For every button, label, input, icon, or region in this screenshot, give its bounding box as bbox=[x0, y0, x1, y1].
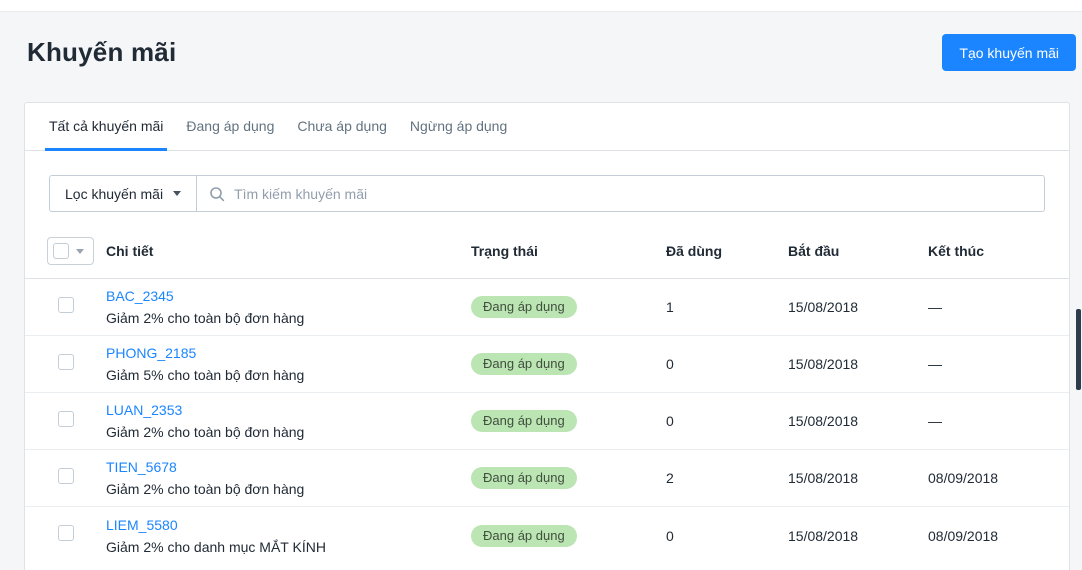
tab-active[interactable]: Đang áp dụng bbox=[182, 103, 278, 151]
filter-promotions-button[interactable]: Lọc khuyến mãi bbox=[49, 175, 197, 212]
promotion-description: Giảm 5% cho toàn bộ đơn hàng bbox=[106, 367, 471, 383]
status-badge: Đang áp dụng bbox=[471, 467, 577, 489]
row-checkbox[interactable] bbox=[58, 354, 74, 370]
tab-all-promotions[interactable]: Tất cả khuyến mãi bbox=[45, 103, 167, 151]
promotion-tabs: Tất cả khuyến mãi Đang áp dụng Chưa áp d… bbox=[25, 103, 1069, 151]
table-row[interactable]: PHONG_2185 Giảm 5% cho toàn bộ đơn hàng … bbox=[25, 336, 1069, 393]
select-all-checkbox[interactable] bbox=[53, 243, 69, 259]
row-checkbox[interactable] bbox=[58, 525, 74, 541]
start-date: 15/08/2018 bbox=[788, 470, 928, 486]
column-header-detail: Chi tiết bbox=[106, 243, 471, 259]
promotion-code-link[interactable]: LUAN_2353 bbox=[106, 402, 182, 418]
row-checkbox[interactable] bbox=[58, 411, 74, 427]
promotions-card: Tất cả khuyến mãi Đang áp dụng Chưa áp d… bbox=[24, 102, 1070, 570]
table-header-row: Chi tiết Trạng thái Đã dùng Bắt đầu Kết … bbox=[25, 212, 1069, 279]
column-header-used: Đã dùng bbox=[666, 243, 788, 259]
promotion-description: Giảm 2% cho toàn bộ đơn hàng bbox=[106, 481, 471, 497]
start-date: 15/08/2018 bbox=[788, 299, 928, 315]
promotion-description: Giảm 2% cho toàn bộ đơn hàng bbox=[106, 424, 471, 440]
tab-not-applied[interactable]: Chưa áp dụng bbox=[293, 103, 391, 151]
promotion-description: Giảm 2% cho toàn bộ đơn hàng bbox=[106, 310, 471, 326]
table-row[interactable]: TIEN_5678 Giảm 2% cho toàn bộ đơn hàng Đ… bbox=[25, 450, 1069, 507]
column-header-status: Trạng thái bbox=[471, 243, 666, 259]
table-row[interactable]: LIEM_5580 Giảm 2% cho danh mục MẮT KÍNH … bbox=[25, 507, 1069, 564]
select-all-combo[interactable] bbox=[47, 237, 94, 265]
row-checkbox[interactable] bbox=[58, 468, 74, 484]
end-date: — bbox=[928, 356, 1045, 372]
column-header-end: Kết thúc bbox=[928, 243, 1045, 259]
promotion-code-link[interactable]: PHONG_2185 bbox=[106, 345, 196, 361]
promotion-description: Giảm 2% cho danh mục MẮT KÍNH bbox=[106, 539, 471, 555]
window-scrollbar-thumb[interactable] bbox=[1076, 309, 1081, 390]
row-checkbox[interactable] bbox=[58, 297, 74, 313]
tab-stopped[interactable]: Ngừng áp dụng bbox=[406, 103, 511, 151]
create-promotion-button[interactable]: Tạo khuyến mãi bbox=[942, 34, 1076, 71]
used-count: 2 bbox=[666, 470, 788, 486]
used-count: 0 bbox=[666, 528, 788, 544]
end-date: — bbox=[928, 413, 1045, 429]
search-icon bbox=[209, 186, 225, 202]
table-row[interactable]: LUAN_2353 Giảm 2% cho toàn bộ đơn hàng Đ… bbox=[25, 393, 1069, 450]
status-badge: Đang áp dụng bbox=[471, 525, 577, 547]
status-badge: Đang áp dụng bbox=[471, 353, 577, 375]
promotion-code-link[interactable]: BAC_2345 bbox=[106, 288, 174, 304]
start-date: 15/08/2018 bbox=[788, 413, 928, 429]
end-date: — bbox=[928, 299, 1045, 315]
promotion-code-link[interactable]: TIEN_5678 bbox=[106, 459, 177, 475]
used-count: 0 bbox=[666, 413, 788, 429]
promotion-code-link[interactable]: LIEM_5580 bbox=[106, 517, 178, 533]
select-all-caret-icon bbox=[76, 249, 84, 254]
table-body: BAC_2345 Giảm 2% cho toàn bộ đơn hàng Đa… bbox=[25, 279, 1069, 564]
page-title: Khuyến mãi bbox=[27, 37, 176, 68]
header-checkbox-cell bbox=[49, 237, 106, 265]
start-date: 15/08/2018 bbox=[788, 356, 928, 372]
status-badge: Đang áp dụng bbox=[471, 410, 577, 432]
filter-button-label: Lọc khuyến mãi bbox=[65, 186, 163, 202]
status-badge: Đang áp dụng bbox=[471, 296, 577, 318]
used-count: 1 bbox=[666, 299, 788, 315]
end-date: 08/09/2018 bbox=[928, 470, 1045, 486]
end-date: 08/09/2018 bbox=[928, 528, 1045, 544]
column-header-start: Bắt đầu bbox=[788, 243, 928, 259]
start-date: 15/08/2018 bbox=[788, 528, 928, 544]
filter-row: Lọc khuyến mãi bbox=[25, 151, 1069, 212]
used-count: 0 bbox=[666, 356, 788, 372]
table-row[interactable]: BAC_2345 Giảm 2% cho toàn bộ đơn hàng Đa… bbox=[25, 279, 1069, 336]
top-chrome-strip bbox=[0, 0, 1082, 12]
search-input[interactable] bbox=[234, 186, 1032, 202]
search-box[interactable] bbox=[197, 175, 1045, 212]
chevron-down-icon bbox=[173, 191, 181, 196]
page-header: Khuyến mãi Tạo khuyến mãi bbox=[0, 12, 1082, 74]
